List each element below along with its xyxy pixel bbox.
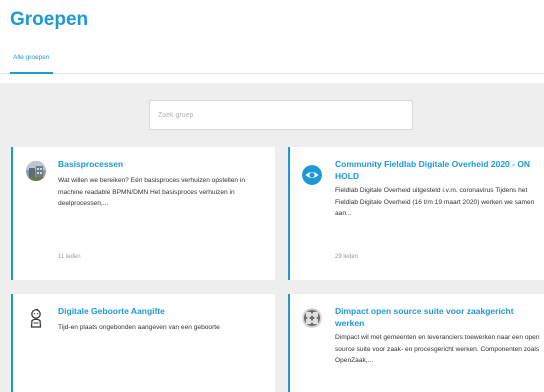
group-card-community-fieldlab[interactable]: Community Fieldlab Digitale Overheid 202… (288, 147, 544, 280)
group-title[interactable]: Basisprocessen (58, 158, 123, 170)
tab-bar: Alle groepen (0, 50, 544, 74)
building-photo-icon (26, 161, 46, 181)
group-title[interactable]: Digitale Geboorte Aangifte (58, 305, 165, 317)
search-box[interactable] (149, 100, 413, 130)
group-members: 29 leden (335, 254, 359, 260)
group-card-dimpact[interactable]: Dimpact open source suite voor zaakgeric… (288, 294, 544, 392)
tab-alle-groepen[interactable]: Alle groepen (10, 54, 53, 74)
group-description: Wat willen we bereiken? Eén basisproces … (58, 177, 246, 207)
group-description: Dimpact wil met gemeenten en leverancier… (335, 334, 540, 364)
eye-logo-icon (302, 165, 322, 185)
group-title[interactable]: Community Fieldlab Digitale Overheid 202… (335, 158, 541, 182)
groups-area: Basisprocessen Wat willen we bereiken? E… (0, 83, 544, 392)
puzzle-avatar-icon (302, 308, 322, 328)
group-members: 11 leden (58, 254, 81, 260)
group-card-digitale-geboorte[interactable]: Digitale Geboorte Aangifte Tijd-en plaat… (11, 294, 275, 392)
group-description: Tijd-en plaats ongebonden aangeven van e… (58, 324, 220, 331)
group-title[interactable]: Dimpact open source suite voor zaakgeric… (335, 305, 541, 329)
page-title: Groepen (10, 9, 89, 30)
search-input[interactable] (150, 101, 412, 129)
group-description: Fieldlab Digitale Overheid uitgesteld i.… (335, 187, 535, 217)
group-card-basisprocessen[interactable]: Basisprocessen Wat willen we bereiken? E… (11, 147, 275, 280)
baby-icon (26, 308, 46, 328)
